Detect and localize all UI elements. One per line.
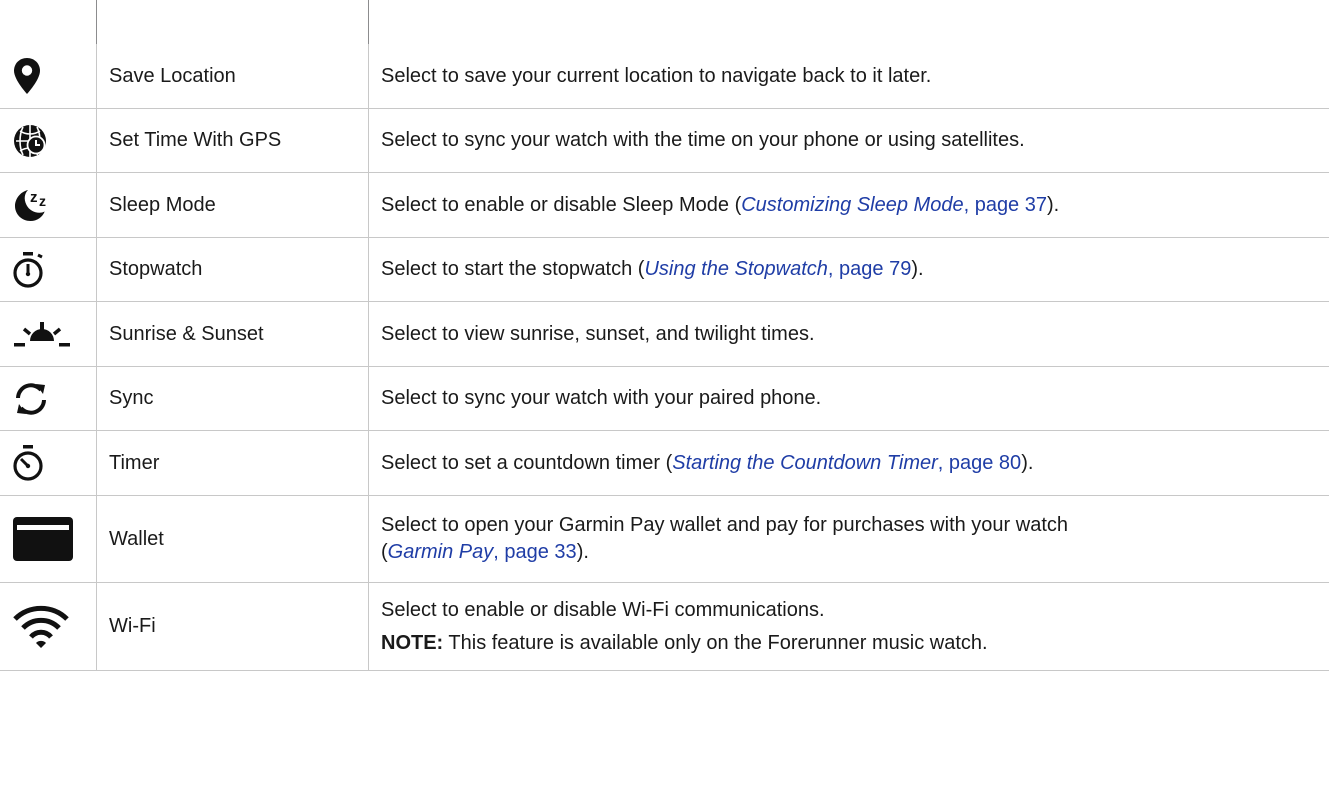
map-pin-icon [12, 57, 42, 95]
row-description: Select to view sunrise, sunset, and twil… [368, 302, 1329, 366]
header-name: Name [96, 0, 368, 44]
desc-line: Select to open your Garmin Pay wallet an… [381, 514, 1069, 536]
cross-reference-link[interactable]: Using the Stopwatch, page 79 [644, 258, 911, 280]
desc-text: ( [381, 541, 388, 563]
row-name: Stopwatch [96, 238, 368, 301]
row-name: Set Time With GPS [96, 109, 368, 172]
table-row: z z Sleep Mode Select to enable or disab… [0, 173, 1329, 238]
desc-text-end: ). [576, 541, 589, 563]
row-description: Select to start the stopwatch (Using the… [368, 238, 1329, 301]
globe-clock-icon [12, 123, 48, 159]
row-name: Sleep Mode [96, 173, 368, 237]
desc-text-end: ). [1047, 193, 1060, 216]
note: NOTE: This feature is available only on … [381, 630, 988, 657]
row-description: Select to set a countdown timer (Startin… [368, 431, 1329, 495]
icons-table: Icon Name Description Save Location Sele… [0, 0, 1329, 671]
desc-text: Select to start the stopwatch ( [381, 258, 645, 280]
desc-text-end: ). [1021, 451, 1034, 474]
row-name: Wallet [96, 496, 368, 582]
table-header: Icon Name Description [0, 0, 1329, 44]
table-row: Save Location Select to save your curren… [0, 44, 1329, 109]
note-label: NOTE: [381, 631, 444, 654]
row-description: Select to sync your watch with the time … [368, 109, 1329, 172]
desc-text: Select to enable or disable Sleep Mode ( [381, 193, 742, 216]
row-description: Select to open your Garmin Pay wallet an… [368, 496, 1329, 582]
row-name: Wi-Fi [96, 583, 368, 670]
cross-reference-link[interactable]: Garmin Pay, page 33 [388, 541, 577, 563]
wifi-icon [12, 604, 70, 650]
desc-text-end: ). [911, 258, 924, 280]
row-description: Select to save your current location to … [368, 44, 1329, 108]
timer-icon [12, 444, 46, 482]
header-description: Description [368, 0, 1329, 44]
table-row: Wallet Select to open your Garmin Pay wa… [0, 496, 1329, 583]
wallet-card-icon [12, 516, 74, 562]
sunrise-icon [12, 319, 72, 349]
desc-text: Select to set a countdown timer ( [381, 451, 673, 474]
row-description: Select to enable or disable Wi-Fi commun… [368, 583, 1329, 670]
stopwatch-icon [12, 251, 46, 289]
table-row: Stopwatch Select to start the stopwatch … [0, 238, 1329, 302]
row-name: Save Location [96, 44, 368, 108]
row-description: Select to enable or disable Sleep Mode (… [368, 173, 1329, 237]
moon-zz-icon: z z [12, 187, 50, 223]
row-name: Sync [96, 367, 368, 430]
cross-reference-link[interactable]: Starting the Countdown Timer, page 80 [672, 452, 1021, 474]
desc-line: Select to enable or disable Wi-Fi commun… [381, 598, 825, 621]
table-row: Sync Select to sync your watch with your… [0, 367, 1329, 431]
row-description: Select to sync your watch with your pair… [368, 367, 1329, 430]
table-row: Timer Select to set a countdown timer (S… [0, 431, 1329, 496]
header-icon: Icon [14, 9, 58, 33]
sync-icon [12, 381, 50, 417]
svg-text:z: z [39, 193, 46, 209]
row-name: Sunrise & Sunset [96, 302, 368, 366]
note-text: This feature is available only on the Fo… [443, 631, 988, 654]
table-row: Sunrise & Sunset Select to view sunrise,… [0, 302, 1329, 367]
table-row: Wi-Fi Select to enable or disable Wi-Fi … [0, 583, 1329, 671]
svg-text:z: z [30, 189, 38, 206]
cross-reference-link[interactable]: Customizing Sleep Mode, page 37 [741, 194, 1047, 216]
table-row: Set Time With GPS Select to sync your wa… [0, 109, 1329, 173]
row-name: Timer [96, 431, 368, 495]
